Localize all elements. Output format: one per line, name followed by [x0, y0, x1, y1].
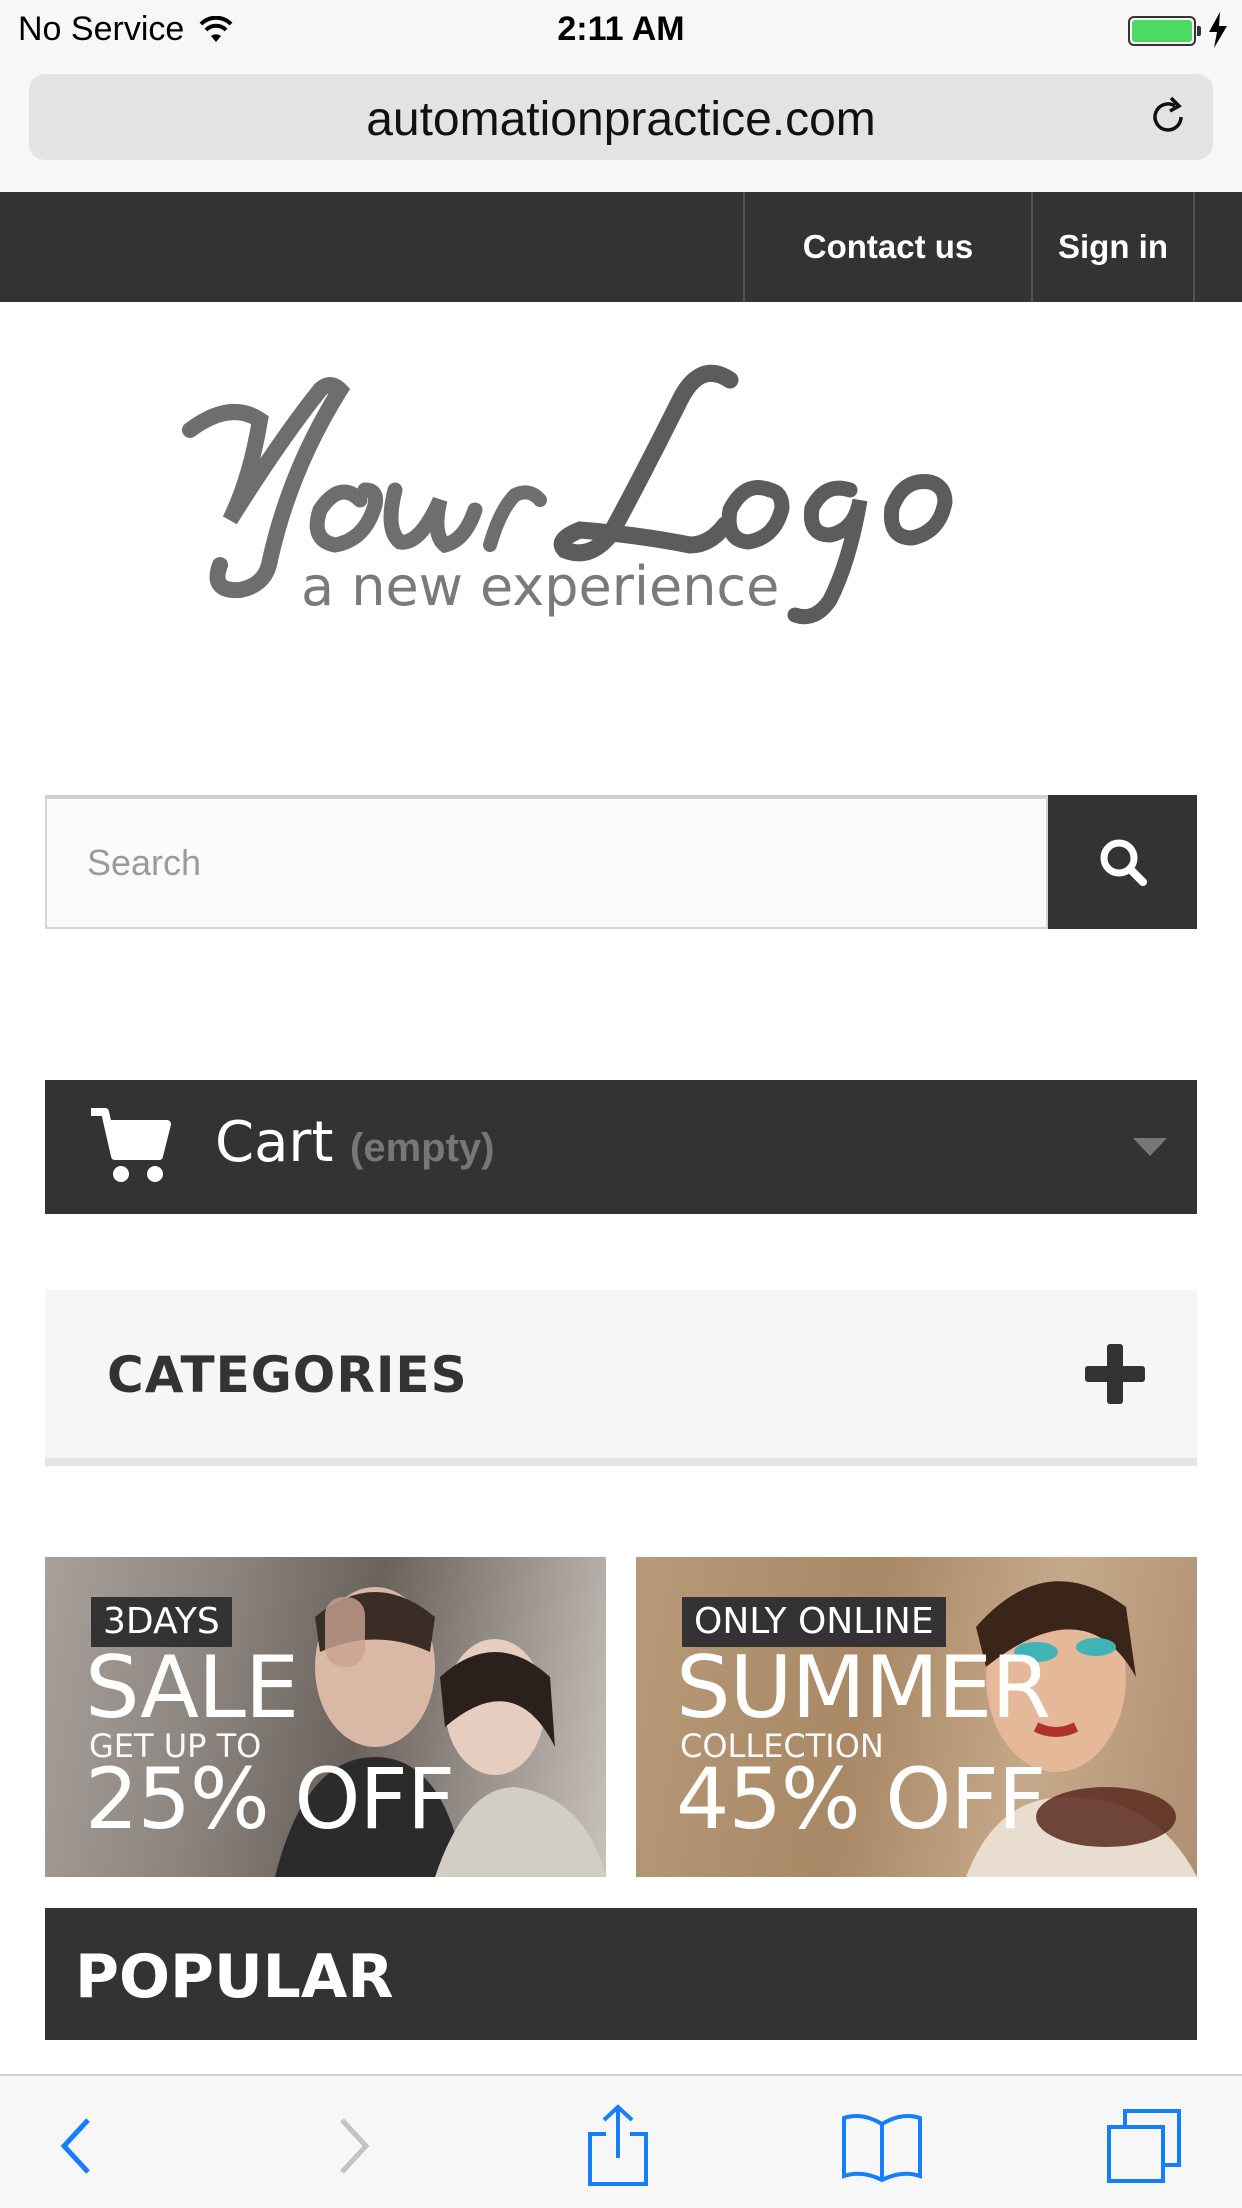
popular-title: POPULAR [75, 1942, 394, 2012]
categories-title: CATEGORIES [107, 1346, 468, 1404]
cart-block[interactable]: Cart (empty) [45, 1080, 1197, 1214]
banner-offer: 25% OFF [85, 1750, 455, 1848]
promo-banner-sale[interactable]: 3DAYS SALE GET UP TO 25% OFF [45, 1557, 606, 1877]
site-logo[interactable]: a new experience [170, 360, 1030, 630]
header-nav: Contact us Sign in [0, 192, 1242, 302]
cart-label: Cart [215, 1110, 334, 1175]
battery-icon [1128, 16, 1201, 46]
share-icon [588, 2104, 648, 2186]
tabs-button[interactable] [1094, 2096, 1194, 2196]
search-button[interactable] [1048, 795, 1197, 929]
chevron-down-icon [1133, 1138, 1167, 1156]
address-bar[interactable]: automationpractice.com [29, 74, 1213, 160]
bookmarks-button[interactable] [832, 2096, 932, 2196]
tabs-icon [1107, 2109, 1181, 2183]
back-icon [60, 2118, 90, 2174]
forward-button[interactable] [302, 2096, 402, 2196]
contact-us-link[interactable]: Contact us [743, 192, 1031, 302]
popular-tab[interactable]: POPULAR [45, 1908, 1197, 2040]
plus-icon[interactable] [1083, 1342, 1147, 1406]
sign-in-link[interactable]: Sign in [1031, 192, 1195, 302]
back-button[interactable] [28, 2096, 128, 2196]
search-icon [1100, 839, 1147, 886]
cart-icon [91, 1108, 171, 1182]
battery-level [1132, 20, 1192, 42]
browser-toolbar [0, 2074, 1242, 2208]
search-input[interactable] [45, 795, 1048, 929]
status-bar: No Service 2:11 AM [0, 0, 1242, 62]
banner-headline: SALE [85, 1638, 299, 1738]
bookmarks-icon [842, 2114, 922, 2182]
status-time: 2:11 AM [557, 10, 685, 48]
categories-block[interactable]: CATEGORIES [45, 1290, 1197, 1466]
reload-icon[interactable] [1145, 94, 1191, 140]
charging-bolt-icon [1209, 12, 1227, 48]
banner-headline: SUMMER [676, 1638, 1051, 1738]
url-text: automationpractice.com [366, 93, 876, 146]
forward-icon [340, 2118, 370, 2174]
banner-offer: 45% OFF [676, 1750, 1046, 1848]
logo-tagline: a new experience [301, 555, 779, 618]
promo-banner-summer[interactable]: ONLY ONLINE SUMMER COLLECTION 45% OFF [636, 1557, 1197, 1877]
cart-status: (empty) [350, 1126, 495, 1170]
share-button[interactable] [568, 2096, 668, 2196]
browser-address-area: automationpractice.com [0, 62, 1242, 192]
